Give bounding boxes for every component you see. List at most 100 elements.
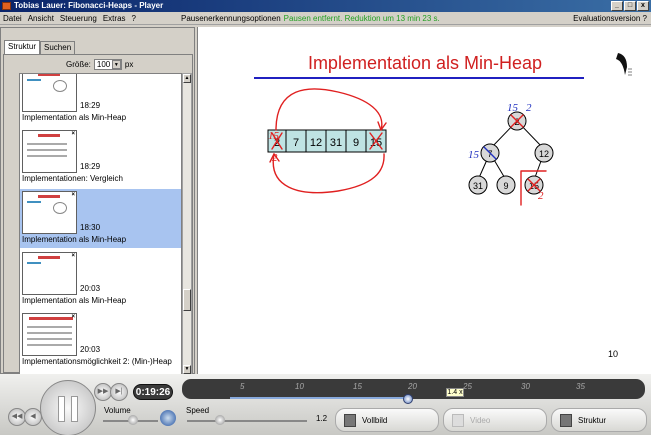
fullscreen-icon bbox=[344, 414, 356, 427]
video-button[interactable]: Video bbox=[443, 408, 547, 432]
minimize-button[interactable]: _ bbox=[611, 1, 623, 11]
speed-slider[interactable] bbox=[187, 420, 307, 422]
tab-struktur[interactable]: Struktur bbox=[4, 40, 41, 54]
slide-time: 20:03 bbox=[80, 345, 101, 354]
chevron-down-icon[interactable]: ▼ bbox=[111, 60, 121, 69]
array-value: 9 bbox=[353, 137, 359, 149]
array-value: 31 bbox=[330, 137, 342, 149]
scroll-down-icon[interactable]: ▼ bbox=[183, 365, 191, 374]
timeline-tick: 35 bbox=[576, 382, 585, 391]
timeline-tick: 30 bbox=[521, 382, 530, 391]
speed-badge: 1.4 x bbox=[446, 388, 464, 397]
ink-label: 2 bbox=[538, 190, 544, 202]
menu-extras[interactable]: Extras bbox=[103, 12, 126, 25]
ink-label: 2 bbox=[272, 152, 278, 164]
ink-arrow-bottom bbox=[272, 153, 385, 194]
list-item[interactable]: × 18:29 Implementationen: Vergleich bbox=[20, 128, 181, 187]
scroll-up-icon[interactable]: ▲ bbox=[183, 74, 191, 83]
speed-label: Speed bbox=[186, 406, 210, 415]
slide-thumbnail-list: × 18:29 Implementation als Min-Heap × 18… bbox=[19, 73, 182, 375]
slide-title: Implementation als Min-Heap bbox=[22, 113, 127, 122]
slide-thumbnail: × bbox=[22, 74, 77, 112]
tab-suchen[interactable]: Suchen bbox=[40, 41, 76, 54]
elapsed-time: 0:19:26 bbox=[133, 384, 173, 400]
ink-arrow-top bbox=[275, 88, 383, 131]
heap-tree: 2 7 12 31 9 15 bbox=[468, 111, 554, 195]
tree-node-value: 31 bbox=[473, 181, 483, 191]
timeline-playhead[interactable] bbox=[403, 394, 413, 404]
list-item[interactable]: × 18:29 Implementation als Min-Heap bbox=[20, 74, 181, 126]
close-button[interactable]: x bbox=[637, 1, 649, 11]
slide-view: Implementation als Min-Heap 2 7 12 31 9 … bbox=[197, 27, 651, 374]
pause-button[interactable] bbox=[40, 380, 96, 435]
tab-content: Größe: 100 ▼ px × 18:29 Implementation a… bbox=[3, 54, 193, 375]
timeline-tick: 25 bbox=[463, 382, 472, 391]
slide-thumbnail: × bbox=[22, 313, 77, 356]
slide-drawing: 2 7 12 31 9 15 2 7 12 31 9 15 15 2 15 2 … bbox=[267, 88, 554, 206]
list-scrollbar[interactable]: ▲ ▼ bbox=[182, 73, 192, 375]
size-unit: px bbox=[124, 60, 134, 69]
slide-page-number: 10 bbox=[608, 349, 619, 359]
timeline-bar[interactable]: 5 10 15 20 25 30 35 bbox=[182, 379, 645, 399]
skip-forward-icon[interactable]: ▶| bbox=[110, 383, 128, 401]
menu-ansicht[interactable]: Ansicht bbox=[28, 12, 54, 25]
heap-array: 2 7 12 31 9 15 bbox=[267, 129, 387, 153]
ink-label: 2 bbox=[526, 102, 532, 114]
video-label: Video bbox=[470, 415, 491, 425]
timeline-tick: 10 bbox=[295, 382, 304, 391]
structure-label: Struktur bbox=[578, 415, 607, 425]
list-item-selected[interactable]: × 18:30 Implementation als Min-Heap bbox=[20, 189, 181, 248]
menu-bar: Datei Ansicht Steuerung Extras ? Pausene… bbox=[0, 12, 651, 25]
video-icon bbox=[452, 414, 464, 427]
ink-label: 15 bbox=[468, 149, 480, 161]
volume-knob[interactable] bbox=[128, 415, 138, 425]
slide-title: Implementationsmöglichkeit 2: (Min-)Heap bbox=[22, 357, 172, 366]
player-window: Tobias Lauer: Fibonacci-Heaps - Player _… bbox=[0, 0, 651, 435]
pause-icon bbox=[71, 396, 78, 422]
speed-knob[interactable] bbox=[215, 415, 225, 425]
slide-thumbnail: × bbox=[22, 252, 77, 295]
slide-time: 20:03 bbox=[80, 284, 101, 293]
pause-icon bbox=[58, 396, 65, 422]
menu-help[interactable]: ? bbox=[132, 12, 136, 25]
slide-thumbnail: × bbox=[22, 130, 77, 173]
tree-node-value: 9 bbox=[503, 181, 508, 191]
structure-button[interactable]: Struktur bbox=[551, 408, 647, 432]
timeline-tick: 15 bbox=[353, 382, 362, 391]
array-value: 7 bbox=[293, 137, 299, 149]
slide-time: 18:30 bbox=[80, 223, 101, 232]
slide-time: 18:29 bbox=[80, 162, 101, 171]
maximize-button[interactable]: □ bbox=[624, 1, 636, 11]
slide-time: 18:29 bbox=[80, 101, 101, 110]
timeline-progress bbox=[230, 397, 410, 399]
ink-label: 15 bbox=[268, 130, 280, 142]
timeline-tick: 5 bbox=[240, 382, 245, 391]
eval-version-label: Evaluationsversion bbox=[573, 14, 641, 23]
menu-steuerung[interactable]: Steuerung bbox=[60, 12, 97, 25]
speaker-icon[interactable] bbox=[160, 410, 176, 426]
structure-panel: Struktur Suchen Größe: 100 ▼ px × 18:29 … bbox=[0, 27, 195, 375]
size-label: Größe: bbox=[66, 60, 91, 69]
eval-help-menu[interactable]: ? bbox=[643, 14, 647, 23]
structure-icon bbox=[560, 414, 572, 427]
fullscreen-button[interactable]: Vollbild bbox=[335, 408, 439, 432]
pause-options-menu[interactable]: Pausenerkennungsoptionen bbox=[181, 12, 281, 25]
speed-value: 1.2 bbox=[316, 414, 328, 423]
slide-title: Implementation als Min-Heap bbox=[22, 235, 127, 244]
slide-title: Implementationen: Vergleich bbox=[22, 174, 123, 183]
app-icon bbox=[2, 2, 11, 10]
slide-title: Implementation als Min-Heap bbox=[22, 296, 127, 305]
pause-status-text: Pausen entfernt. Reduktion um 13 min 23 … bbox=[283, 14, 440, 23]
menu-datei[interactable]: Datei bbox=[3, 12, 22, 25]
thumbnail-size-row: Größe: 100 ▼ px bbox=[66, 59, 133, 70]
fullscreen-label: Vollbild bbox=[362, 415, 388, 425]
size-value: 100 bbox=[96, 60, 111, 69]
volume-label: Volume bbox=[104, 406, 131, 415]
title-bar: Tobias Lauer: Fibonacci-Heaps - Player _… bbox=[0, 0, 651, 12]
size-select[interactable]: 100 ▼ bbox=[93, 59, 122, 70]
ink-label: 15 bbox=[507, 102, 519, 114]
scroll-thumb[interactable] bbox=[183, 289, 191, 311]
list-item[interactable]: × 20:03 Implementationsmöglichkeit 2: (M… bbox=[20, 311, 181, 370]
list-item[interactable]: × 20:03 Implementation als Min-Heap bbox=[20, 250, 181, 309]
tree-node-value: 12 bbox=[539, 149, 549, 159]
